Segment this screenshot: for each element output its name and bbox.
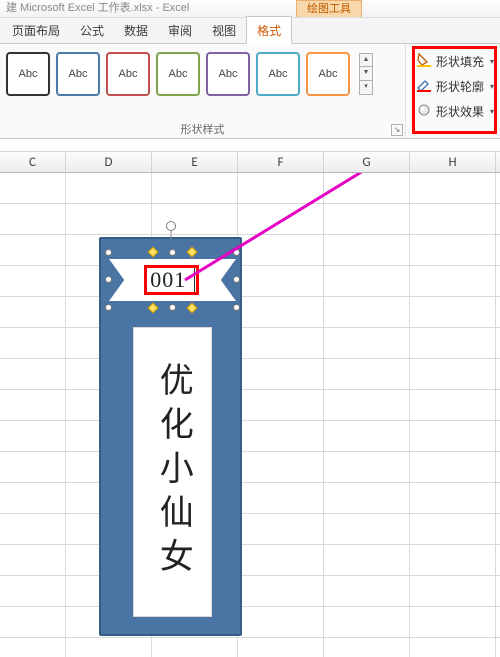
shape-outline-button[interactable]: 形状轮廓 ▾: [414, 75, 496, 98]
fill-icon: [416, 52, 432, 71]
vertical-text-box[interactable]: 优化小仙女: [133, 327, 212, 617]
col-header-c[interactable]: C: [0, 152, 66, 172]
app-title: 建 Microsoft Excel 工作表.xlsx - Excel: [6, 2, 189, 14]
shape-fill-button[interactable]: 形状填充 ▾: [414, 50, 496, 73]
effects-icon: [416, 102, 432, 121]
shape-effects-button[interactable]: 形状效果 ▾: [414, 100, 496, 123]
style-swatch-red[interactable]: Abc: [106, 52, 150, 96]
tab-review[interactable]: 审阅: [158, 17, 202, 43]
group-label-shape-styles: 形状样式: [0, 121, 405, 137]
col-header-h[interactable]: H: [410, 152, 496, 172]
group-launcher[interactable]: ↘: [391, 124, 403, 136]
column-headers: C D E F G H: [0, 151, 500, 173]
cell-grid[interactable]: 001 优化小仙女: [0, 173, 500, 657]
banner-text[interactable]: 001: [109, 267, 236, 293]
rotate-stem: [170, 231, 171, 239]
col-header-e[interactable]: E: [152, 152, 238, 172]
dropdown-icon: ▾: [490, 82, 494, 91]
gallery-up-button[interactable]: ▲: [359, 53, 373, 67]
style-swatch-black[interactable]: Abc: [6, 52, 50, 96]
gallery-more-button[interactable]: ▾: [359, 81, 373, 95]
style-swatch-green[interactable]: Abc: [156, 52, 200, 96]
style-swatch-purple[interactable]: Abc: [206, 52, 250, 96]
col-header-d[interactable]: D: [66, 152, 152, 172]
style-swatch-blue[interactable]: Abc: [56, 52, 100, 96]
tab-format[interactable]: 格式: [246, 16, 292, 44]
shape-styles-group: Abc Abc Abc Abc Abc Abc Abc ▲ ▼ ▾ 形状样式 ↘: [0, 44, 405, 138]
shape-fill-label: 形状填充: [436, 53, 484, 70]
col-header-g[interactable]: G: [324, 152, 410, 172]
tab-view[interactable]: 视图: [202, 17, 246, 43]
col-header-f[interactable]: F: [238, 152, 324, 172]
dropdown-icon: ▾: [490, 107, 494, 116]
vertical-text: 优化小仙女: [154, 362, 191, 582]
gallery-down-button[interactable]: ▼: [359, 67, 373, 81]
dropdown-icon: ▾: [490, 57, 494, 66]
shape-outline-label: 形状轮廓: [436, 78, 484, 95]
banner-shape[interactable]: 001: [109, 253, 236, 307]
shape-tools-panel: 形状填充 ▾ 形状轮廓 ▾ 形状效果 ▾: [405, 44, 500, 138]
style-swatch-cyan[interactable]: Abc: [256, 52, 300, 96]
gallery-scroll: ▲ ▼ ▾: [359, 53, 373, 95]
ribbon-tabs: 页面布局 公式 数据 审阅 视图 格式: [0, 18, 500, 44]
style-swatch-orange[interactable]: Abc: [306, 52, 350, 96]
rotate-handle[interactable]: [166, 221, 176, 231]
context-tab-label: 绘图工具: [296, 0, 362, 17]
tab-data[interactable]: 数据: [114, 17, 158, 43]
shape-card[interactable]: 001 优化小仙女: [99, 237, 242, 636]
shape-style-gallery: Abc Abc Abc Abc Abc Abc Abc ▲ ▼ ▾: [6, 52, 399, 96]
tab-formulas[interactable]: 公式: [70, 17, 114, 43]
tab-page-layout[interactable]: 页面布局: [2, 17, 70, 43]
outline-icon: [416, 77, 432, 96]
worksheet-area[interactable]: C D E F G H 001: [0, 139, 500, 657]
ribbon: Abc Abc Abc Abc Abc Abc Abc ▲ ▼ ▾ 形状样式 ↘…: [0, 44, 500, 139]
shape-effects-label: 形状效果: [436, 103, 484, 120]
